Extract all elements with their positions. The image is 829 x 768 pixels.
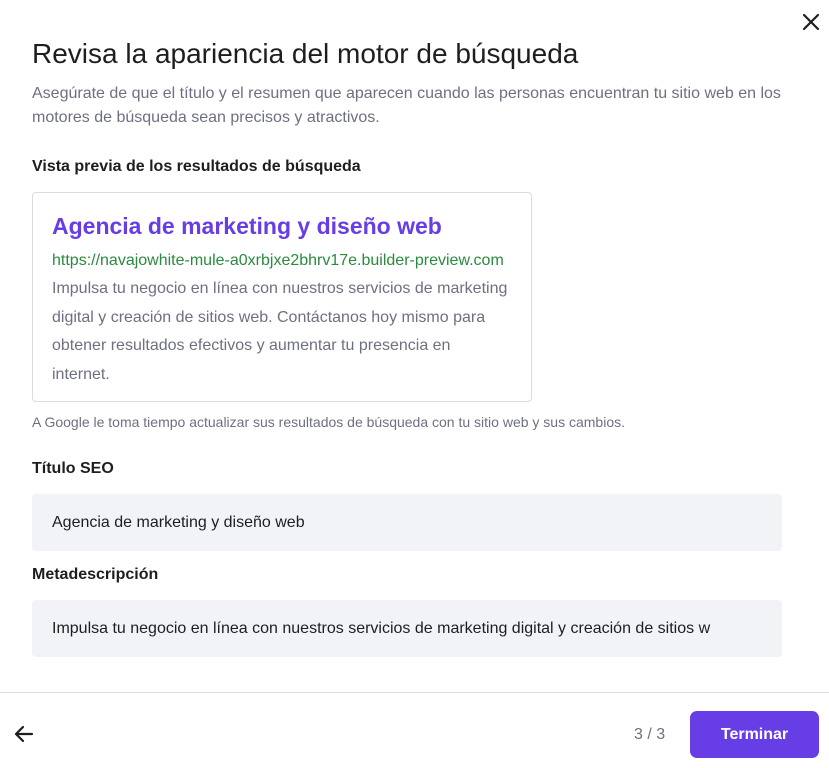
seo-title-value: Agencia de marketing y diseño web bbox=[52, 513, 305, 531]
close-icon bbox=[802, 13, 820, 31]
modal-content: Revisa la apariencia del motor de búsque… bbox=[32, 34, 784, 657]
google-update-hint: A Google le toma tiempo actualizar sus r… bbox=[32, 414, 625, 430]
meta-description-field[interactable]: Impulsa tu negocio en línea con nuestros… bbox=[32, 600, 782, 657]
back-button[interactable] bbox=[12, 722, 36, 746]
search-preview-card: Agencia de marketing y diseño web https:… bbox=[32, 192, 532, 402]
seo-title-label: Título SEO bbox=[32, 460, 114, 477]
seo-review-modal: Revisa la apariencia del motor de búsque… bbox=[0, 0, 829, 768]
preview-url: https://navajowhite-mule-a0xrbjxe2bhrv17… bbox=[52, 252, 504, 269]
preview-title: Agencia de marketing y diseño web bbox=[52, 213, 442, 239]
preview-description: Impulsa tu negocio en línea con nuestros… bbox=[52, 280, 508, 383]
step-counter: 3 / 3 bbox=[634, 726, 666, 743]
meta-description-label: Metadescripción bbox=[32, 566, 159, 583]
seo-title-field[interactable]: Agencia de marketing y diseño web bbox=[32, 494, 782, 551]
modal-subtitle: Asegúrate de que el título y el resumen … bbox=[32, 85, 781, 126]
meta-description-value: Impulsa tu negocio en línea con nuestros… bbox=[52, 619, 711, 637]
close-button[interactable] bbox=[799, 10, 823, 34]
footer-divider bbox=[0, 692, 829, 693]
arrow-left-icon bbox=[14, 725, 34, 743]
preview-label: Vista previa de los resultados de búsque… bbox=[32, 158, 361, 175]
finish-button[interactable]: Terminar bbox=[690, 711, 819, 758]
modal-title: Revisa la apariencia del motor de búsque… bbox=[32, 38, 579, 69]
